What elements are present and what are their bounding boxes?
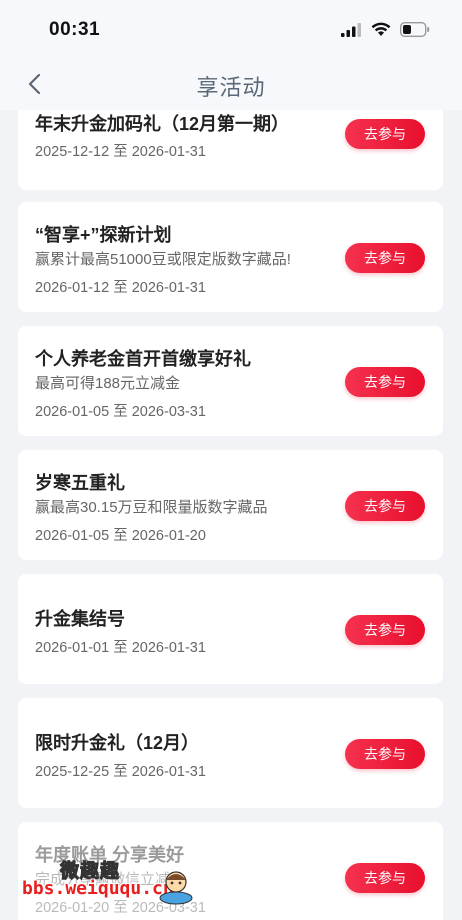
activity-date: 2026-01-01 至 2026-01-31 bbox=[35, 640, 206, 656]
activity-title: 限时升金礼（12月） bbox=[35, 733, 200, 753]
page-title: 享活动 bbox=[196, 75, 266, 100]
status-bar: 00:31 bbox=[0, 0, 462, 58]
battery-icon bbox=[400, 22, 430, 37]
activity-card[interactable]: “智享+”探新计划 赢累计最高51000豆或限定版数字藏品! 2026-01-1… bbox=[18, 202, 443, 312]
activity-date: 2026-01-05 至 2026-01-20 bbox=[35, 528, 206, 544]
activity-subtitle: 赢最高30.15万豆和限量版数字藏品 bbox=[35, 499, 268, 516]
activity-title: 岁寒五重礼 bbox=[35, 473, 125, 493]
join-button[interactable]: 去参与 bbox=[345, 863, 425, 893]
activity-subtitle: 赢累计最高51000豆或限定版数字藏品! bbox=[35, 251, 291, 268]
wifi-icon bbox=[371, 22, 391, 36]
activity-date: 2025-12-25 至 2026-01-31 bbox=[35, 764, 206, 780]
status-time: 00:31 bbox=[49, 19, 101, 40]
join-button[interactable]: 去参与 bbox=[345, 739, 425, 769]
activity-date: 2026-01-12 至 2026-01-31 bbox=[35, 280, 206, 296]
status-icons bbox=[341, 22, 430, 37]
activity-subtitle: 完成分享赢微信立减金 bbox=[35, 871, 186, 888]
join-button[interactable]: 去参与 bbox=[345, 243, 425, 273]
activity-date: 2025-12-12 至 2026-01-31 bbox=[35, 144, 206, 160]
join-button[interactable]: 去参与 bbox=[345, 615, 425, 645]
activity-subtitle: 最高可得188元立减金 bbox=[35, 375, 181, 392]
activity-title: 升金集结号 bbox=[35, 609, 125, 629]
activity-title: 个人养老金首开首缴享好礼 bbox=[35, 349, 251, 369]
activity-title: “智享+”探新计划 bbox=[35, 225, 172, 245]
activity-card[interactable]: 限时升金礼（12月） 2025-12-25 至 2026-01-31 去参与 bbox=[18, 698, 443, 808]
join-button[interactable]: 去参与 bbox=[345, 119, 425, 149]
activity-card[interactable]: 年度账单 分享美好 完成分享赢微信立减金 2026-01-20 至 2026-0… bbox=[18, 822, 443, 920]
activity-date: 2026-01-20 至 2026-03-31 bbox=[35, 900, 206, 916]
activity-card[interactable]: 升金集结号 2026-01-01 至 2026-01-31 去参与 bbox=[18, 574, 443, 684]
cellular-signal-icon bbox=[341, 22, 361, 37]
activity-date: 2026-01-05 至 2026-03-31 bbox=[35, 404, 206, 420]
join-button[interactable]: 去参与 bbox=[345, 491, 425, 521]
activity-card[interactable]: 个人养老金首开首缴享好礼 最高可得188元立减金 2026-01-05 至 20… bbox=[18, 326, 443, 436]
nav-bar: 享活动 bbox=[0, 58, 462, 110]
join-button[interactable]: 去参与 bbox=[345, 367, 425, 397]
activity-title: 年度账单 分享美好 bbox=[35, 845, 185, 865]
activity-card[interactable]: 岁寒五重礼 赢最高30.15万豆和限量版数字藏品 2026-01-05 至 20… bbox=[18, 450, 443, 560]
activity-title: 年末升金加码礼（12月第一期） bbox=[35, 114, 290, 134]
